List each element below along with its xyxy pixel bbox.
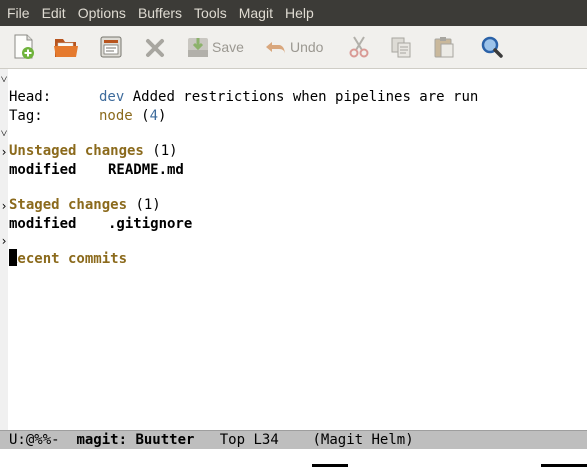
- menu-buffers[interactable]: Buffers: [132, 0, 188, 26]
- staged-count: (1): [135, 197, 161, 213]
- save-button[interactable]: Save: [186, 34, 244, 60]
- open-file-button[interactable]: [53, 34, 79, 60]
- tag-name[interactable]: node: [99, 108, 133, 124]
- dired-button[interactable]: [99, 34, 123, 60]
- menu-edit[interactable]: Edit: [36, 0, 72, 26]
- paste-icon: [432, 34, 456, 60]
- close-button[interactable]: [144, 34, 166, 60]
- menu-help[interactable]: Help: [279, 0, 320, 26]
- menu-tools[interactable]: Tools: [188, 0, 233, 26]
- menu-bar: File Edit Options Buffers Tools Magit He…: [0, 0, 587, 26]
- copy-button[interactable]: [389, 34, 413, 60]
- staged-section-heading[interactable]: Staged changes (1): [0, 178, 161, 213]
- head-branch[interactable]: dev: [99, 89, 124, 105]
- unstaged-count: (1): [152, 143, 178, 159]
- tag-close: ): [158, 108, 167, 124]
- recent-commits-heading[interactable]: Recent commits: [0, 232, 127, 267]
- menu-magit[interactable]: Magit: [233, 0, 279, 26]
- magit-status-buffer[interactable]: ˅ Head: dev Added restrictions when pipel…: [0, 69, 587, 430]
- text-cursor: [9, 249, 17, 266]
- copy-icon: [389, 34, 413, 60]
- file-status: modified: [9, 162, 77, 178]
- file-name: README.md: [108, 162, 184, 178]
- save-icon: [186, 34, 210, 60]
- undo-label: Undo: [290, 39, 324, 55]
- paste-button[interactable]: [432, 34, 456, 60]
- minibuffer[interactable]: [0, 449, 587, 467]
- modeline-modes: (Magit Helm): [312, 432, 414, 448]
- menu-options[interactable]: Options: [72, 0, 132, 26]
- modeline-buffer-name: magit: Buutter: [76, 432, 195, 448]
- open-folder-icon: [53, 34, 79, 60]
- dired-icon: [99, 34, 123, 60]
- new-file-button[interactable]: [12, 34, 36, 60]
- unstaged-file-row[interactable]: modified README.md: [0, 143, 184, 178]
- modeline-position: Top L34: [219, 432, 279, 448]
- cut-button[interactable]: [347, 34, 371, 60]
- modeline-state: U:@%%-: [9, 432, 60, 448]
- file-name: .gitignore: [108, 216, 193, 232]
- head-message: Added restrictions when pipelines are ru…: [132, 89, 479, 105]
- tag-open: (: [141, 108, 150, 124]
- undo-button[interactable]: Undo: [264, 34, 323, 60]
- cut-icon: [347, 34, 371, 60]
- tag-key: Tag:: [9, 108, 43, 124]
- close-icon: [144, 34, 166, 60]
- file-status: modified: [9, 216, 77, 232]
- unstaged-section-heading[interactable]: Unstaged changes (1): [0, 124, 178, 159]
- staged-file-row[interactable]: modified .gitignore: [0, 197, 192, 232]
- tag-line[interactable]: Tag: node (4): [0, 89, 166, 124]
- toolbar: Save Undo: [0, 26, 587, 69]
- search-icon: [480, 34, 504, 60]
- new-file-icon: [12, 34, 36, 60]
- undo-icon: [264, 34, 288, 60]
- tag-distance: 4: [149, 108, 159, 124]
- search-button[interactable]: [480, 34, 504, 60]
- head-line[interactable]: Head: dev Added restrictions when pipelin…: [0, 70, 478, 105]
- mode-line: U:@%%- magit: Buutter Top L34 (Magit Hel…: [0, 430, 587, 449]
- save-label: Save: [212, 39, 244, 55]
- recent-title: Recent commits: [9, 251, 128, 267]
- menu-file[interactable]: File: [0, 0, 36, 26]
